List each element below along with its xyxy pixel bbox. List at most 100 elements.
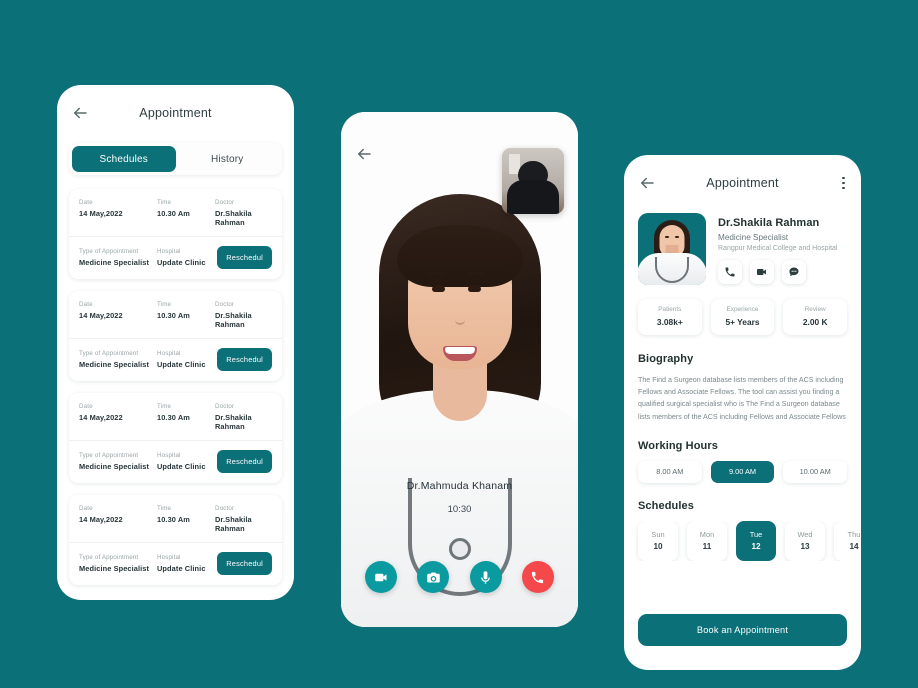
kebab-menu-icon[interactable] — [840, 175, 847, 192]
tab-schedules[interactable]: Schedules — [72, 146, 176, 172]
day-name: Mon — [699, 530, 715, 540]
type-field: Type of Appointment Medicine Specialist — [79, 452, 157, 471]
self-video-preview[interactable] — [502, 148, 564, 214]
date-field: Date 14 May,2022 — [79, 403, 157, 422]
hospital-field: Hospital Update Clinic — [157, 350, 215, 369]
appointment-card[interactable]: Date 14 May,2022 Time 10.30 Am Doctor Dr… — [69, 393, 282, 483]
hospital-value: Update Clinic — [157, 564, 206, 573]
appointment-card[interactable]: Date 14 May,2022 Time 10.30 Am Doctor Dr… — [69, 291, 282, 381]
video-camera-icon[interactable] — [750, 260, 774, 284]
type-value: Medicine Specialist — [79, 360, 150, 369]
arrow-left-icon[interactable] — [71, 104, 89, 122]
stat-value: 2.00 K — [802, 317, 828, 327]
contact-actions — [718, 260, 847, 284]
type-field: Type of Appointment Medicine Specialist — [79, 248, 157, 267]
hospital-label: Hospital — [157, 248, 181, 255]
schedule-days: Sun 10 Mon 11 Tue 12 Wed 13 Thu 14 — [624, 520, 861, 561]
type-value: Medicine Specialist — [79, 258, 150, 267]
hospital-field: Hospital Update Clinic — [157, 452, 215, 471]
hospital-value: Update Clinic — [157, 258, 206, 267]
type-value: Medicine Specialist — [79, 564, 150, 573]
call-controls-bar — [341, 561, 578, 593]
arrow-left-icon[interactable] — [638, 174, 656, 192]
tab-history[interactable]: History — [176, 146, 280, 172]
date-label: Date — [79, 505, 93, 512]
time-field: Time 10.30 Am — [157, 403, 215, 422]
date-field: Date 14 May,2022 — [79, 505, 157, 524]
caller-name: Dr.Mahmuda Khanam — [406, 480, 513, 492]
hour-slot-selected[interactable]: 9.00 AM — [710, 460, 775, 483]
doctor-name: Dr.Shakila Rahman — [718, 217, 820, 229]
doctor-field: Doctor Dr.Shakila Rahman — [215, 505, 272, 533]
time-value: 10.30 Am — [157, 515, 190, 524]
phone-icon[interactable] — [521, 561, 554, 593]
chat-bubble-icon[interactable] — [782, 260, 806, 284]
day-number: 13 — [800, 542, 810, 552]
time-value: 10.30 Am — [157, 311, 190, 320]
page-title: Appointment — [139, 106, 212, 120]
doctor-value: Dr.Shakila Rahman — [215, 515, 252, 533]
photo-camera-icon[interactable] — [417, 561, 450, 593]
reschedule-button[interactable]: Reschedul — [217, 246, 272, 269]
day-chip[interactable]: Sun 10 — [638, 520, 678, 561]
time-value: 10.30 Am — [157, 209, 190, 218]
date-value: 14 May,2022 — [79, 209, 123, 218]
hospital-value: Update Clinic — [157, 462, 206, 471]
doctor-stats: Patients 3.08k+ Experience 5+ Years Revi… — [624, 299, 861, 335]
doctor-avatar — [638, 213, 706, 285]
hospital-label: Hospital — [157, 554, 181, 561]
doctor-field: Doctor Dr.Shakila Rahman — [215, 403, 272, 431]
date-field: Date 14 May,2022 — [79, 199, 157, 218]
book-appointment-button[interactable]: Book an Appointment — [638, 614, 847, 646]
doctor-label: Doctor — [215, 505, 235, 512]
phone-icon[interactable] — [718, 260, 742, 284]
biography-text: The Find a Surgeon database lists member… — [638, 376, 846, 421]
hospital-field: Hospital Update Clinic — [157, 554, 215, 573]
type-label: Type of Appointment — [79, 248, 139, 255]
doctor-hospital: Rangpur Medical College and Hospital — [718, 245, 838, 252]
day-chip[interactable]: Mon 11 — [687, 520, 727, 561]
hospital-value: Update Clinic — [157, 360, 206, 369]
doctor-meta: Dr.Shakila Rahman Medicine Specialist Ra… — [718, 213, 847, 285]
hour-slot[interactable]: 8.00 AM — [638, 460, 702, 483]
day-number: 10 — [653, 542, 663, 552]
day-name: Tue — [749, 530, 763, 540]
microphone-icon[interactable] — [469, 561, 502, 593]
appointment-card[interactable]: Date 14 May,2022 Time 10.30 Am Doctor Dr… — [69, 495, 282, 585]
type-field: Type of Appointment Medicine Specialist — [79, 350, 157, 369]
day-name: Sun — [651, 530, 665, 540]
doctor-specialty: Medicine Specialist — [718, 233, 789, 242]
appointment-card[interactable]: Date 14 May,2022 Time 10.30 Am Doctor Dr… — [69, 189, 282, 279]
hospital-label: Hospital — [157, 350, 181, 357]
arrow-left-icon[interactable] — [355, 145, 373, 163]
appointment-card-top-row: Date 14 May,2022 Time 10.30 Am Doctor Dr… — [69, 495, 282, 543]
appointments-tabbar: Schedules History — [69, 143, 282, 175]
doctor-label: Doctor — [215, 199, 235, 206]
reschedule-button[interactable]: Reschedul — [217, 552, 272, 575]
date-label: Date — [79, 301, 93, 308]
day-chip[interactable]: Thu 14 — [834, 520, 861, 561]
type-label: Type of Appointment — [79, 554, 139, 561]
reschedule-button[interactable]: Reschedul — [217, 348, 272, 371]
appointment-card-list: Date 14 May,2022 Time 10.30 Am Doctor Dr… — [57, 189, 294, 585]
doctor-label: Doctor — [215, 403, 235, 410]
stat-value: 3.08k+ — [656, 317, 683, 327]
day-chip[interactable]: Wed 13 — [785, 520, 825, 561]
biography-title: Biography — [638, 353, 694, 365]
doctor-value: Dr.Shakila Rahman — [215, 209, 252, 227]
video-camera-icon[interactable] — [365, 561, 398, 593]
appointments-header: Appointment — [57, 85, 294, 141]
hospital-label: Hospital — [157, 452, 181, 459]
reschedule-button[interactable]: Reschedul — [217, 450, 272, 473]
day-name: Thu — [847, 530, 861, 540]
doctor-detail-header: Appointment — [624, 155, 861, 211]
date-field: Date 14 May,2022 — [79, 301, 157, 320]
day-chip-selected[interactable]: Tue 12 — [736, 520, 776, 561]
doctor-value: Dr.Shakila Rahman — [215, 413, 252, 431]
date-value: 14 May,2022 — [79, 413, 123, 422]
hour-slot[interactable]: 10.00 AM — [783, 460, 848, 483]
page-title: Appointment — [706, 176, 779, 190]
day-number: 12 — [751, 542, 761, 552]
doctor-field: Doctor Dr.Shakila Rahman — [215, 301, 272, 329]
appointment-card-top-row: Date 14 May,2022 Time 10.30 Am Doctor Dr… — [69, 189, 282, 237]
